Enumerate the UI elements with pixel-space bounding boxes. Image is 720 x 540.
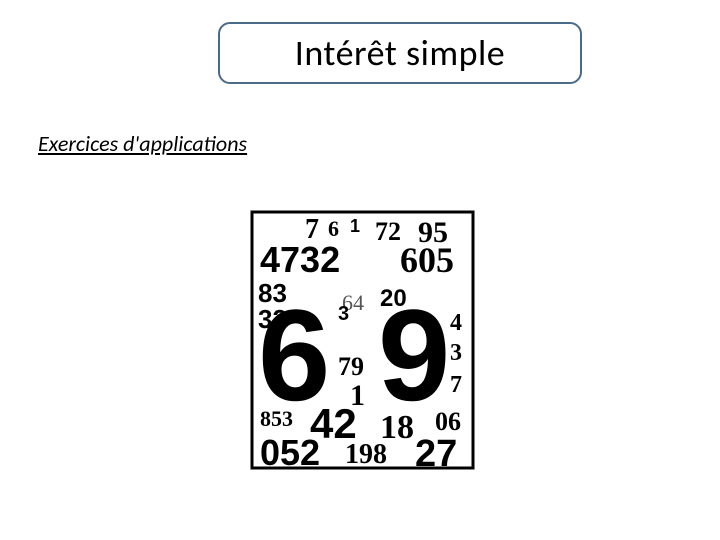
svg-text:1: 1 (350, 216, 360, 236)
svg-text:4732: 4732 (260, 239, 340, 280)
svg-text:79: 79 (338, 352, 364, 381)
svg-text:853: 853 (260, 406, 293, 431)
svg-text:06: 06 (435, 407, 461, 436)
slide: Intérêt simple Exercices d'applications … (0, 0, 720, 540)
title-frame: Intérêt simple (218, 22, 582, 84)
svg-text:27: 27 (415, 433, 457, 470)
svg-text:605: 605 (400, 240, 454, 280)
page-title: Intérêt simple (295, 31, 505, 75)
svg-text:3: 3 (338, 303, 349, 325)
svg-text:4: 4 (450, 310, 462, 336)
svg-text:72: 72 (375, 217, 401, 246)
svg-text:6: 6 (328, 216, 339, 241)
svg-text:3: 3 (450, 340, 462, 366)
decorative-numbers-collage: 7 6 1 72 95 4732 605 83 32 64 20 6 9 3 7… (250, 210, 475, 470)
svg-text:198: 198 (345, 439, 387, 470)
svg-text:7: 7 (450, 372, 462, 398)
svg-text:052: 052 (260, 432, 320, 470)
section-heading: Exercices d'applications (38, 130, 247, 157)
